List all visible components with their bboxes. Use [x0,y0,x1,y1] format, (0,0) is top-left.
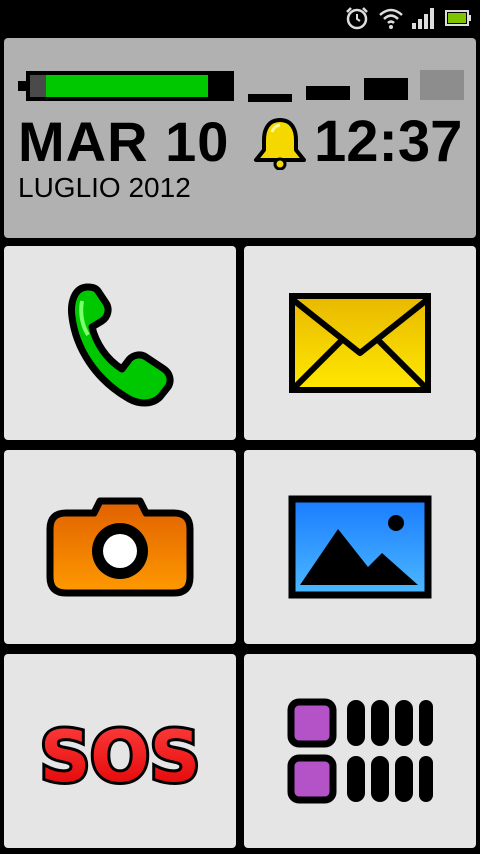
clock-time: 12:37 [314,109,463,174]
wifi-icon [379,8,403,29]
cell-signal-icon [412,8,434,29]
apps-tile[interactable] [244,654,476,848]
sos-tile[interactable]: SOS [4,654,236,848]
phone-icon [68,283,174,407]
gallery-tile[interactable] [244,450,476,644]
picture-icon [288,495,432,599]
status-bar [0,0,480,36]
sos-label: SOS [40,716,200,798]
sos-icon: SOS [37,713,203,801]
battery-icon [445,10,471,26]
messages-tile[interactable] [244,246,476,440]
app-grid-icon [287,698,433,804]
phone-tile[interactable] [4,246,236,440]
camera-tile[interactable] [4,450,236,644]
signal-strength-empty-bar [420,70,464,100]
home-header[interactable]: MAR 10 LUGLIO 2012 12:37 [4,38,476,238]
date-sub: LUGLIO 2012 [18,172,191,203]
date-main: MAR 10 [18,110,230,173]
camera-icon [46,497,194,597]
bell-icon [254,118,306,170]
alarm-clock-icon [346,7,368,30]
envelope-icon [289,293,431,393]
battery-gauge [18,71,234,101]
